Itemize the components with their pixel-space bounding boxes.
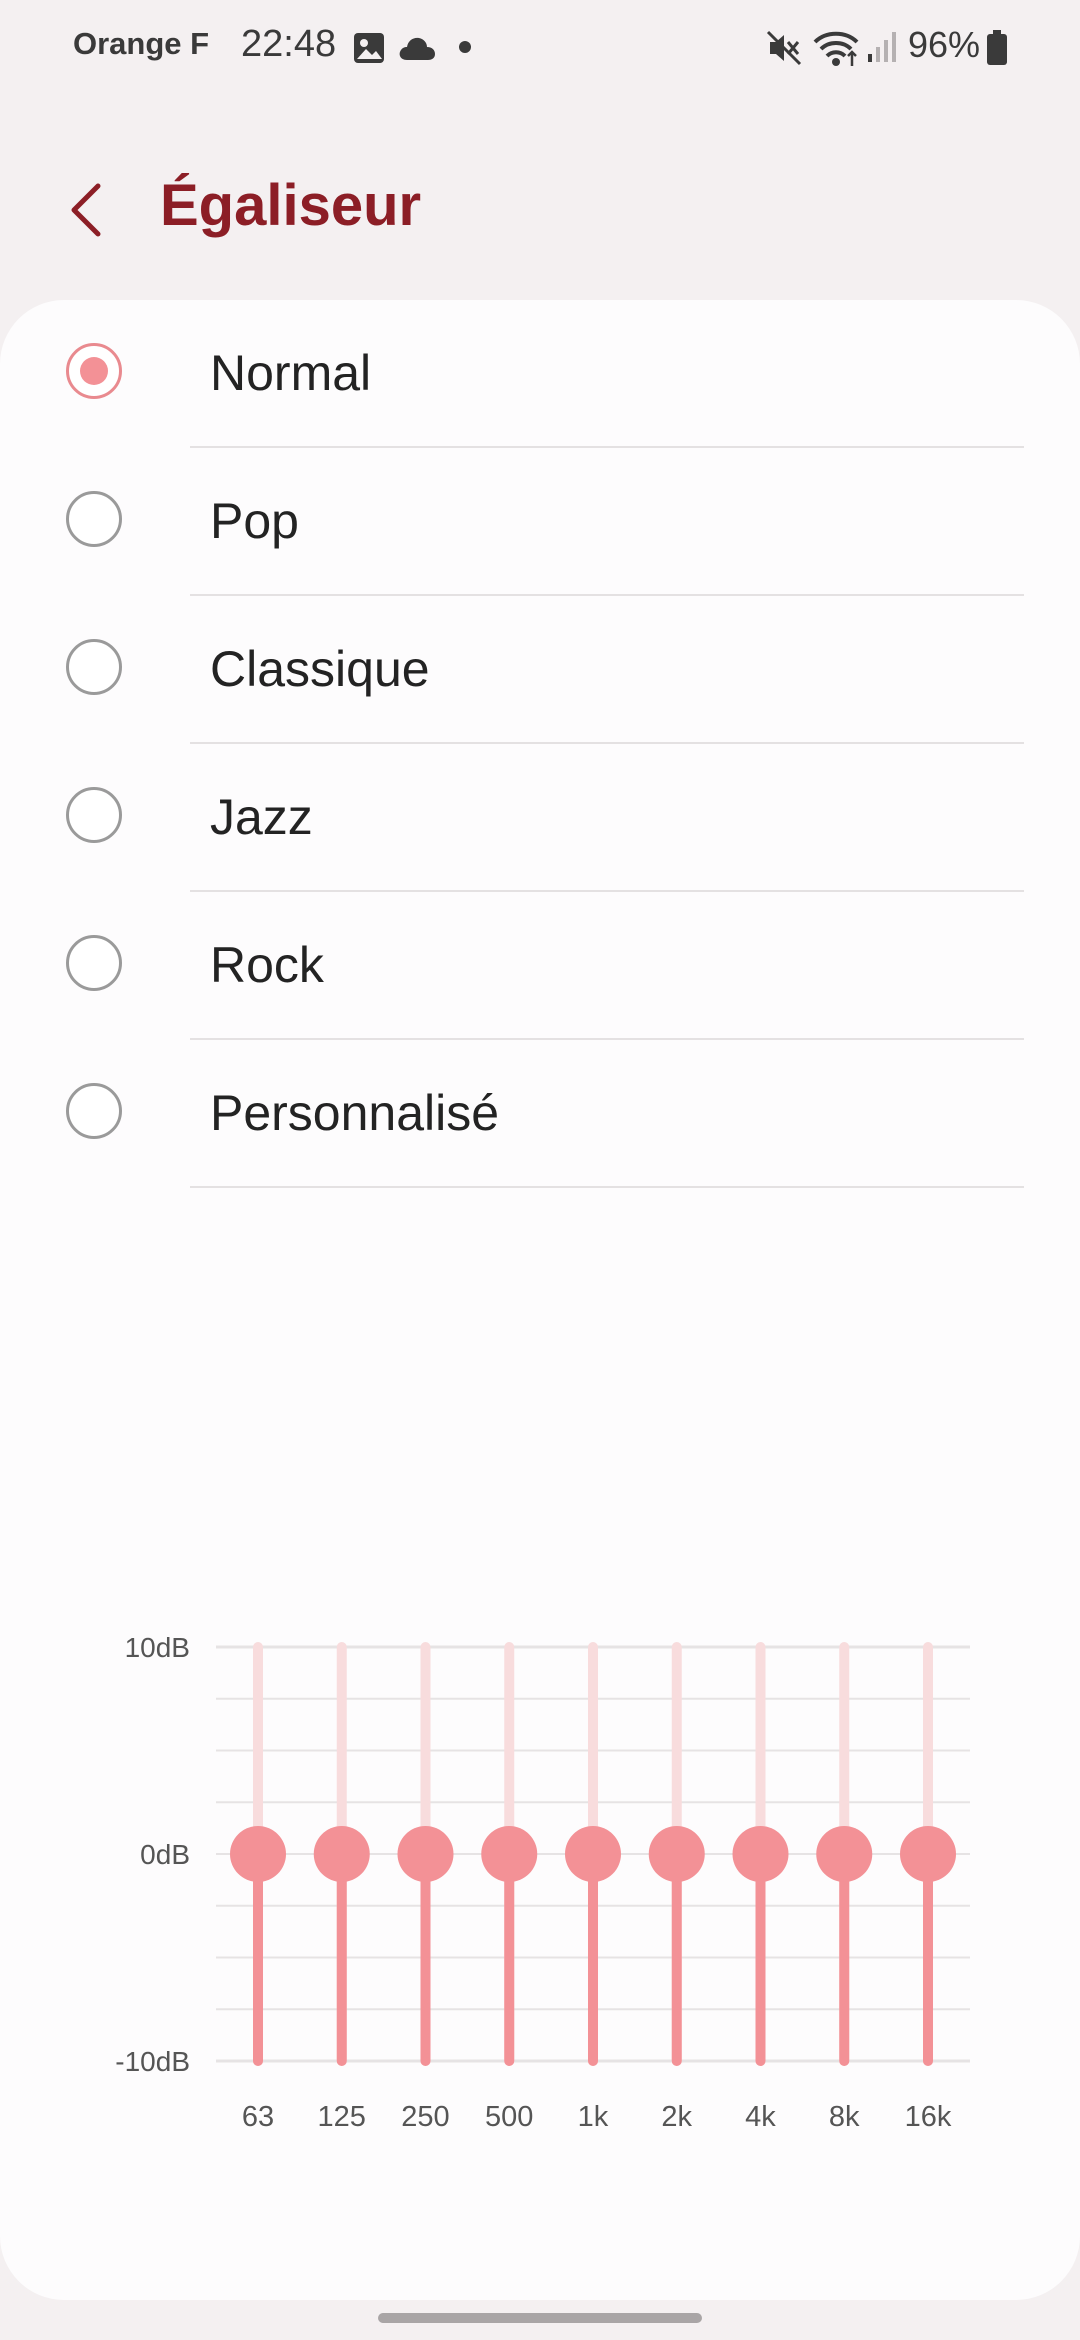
preset-label: Personnalisé (210, 1085, 500, 1141)
slider-thumb[interactable] (481, 1826, 538, 1882)
equalizer-card: Normal Pop Classique Jazz Rock Personnal… (0, 300, 1080, 2300)
radio-button[interactable] (66, 491, 122, 547)
radio-button[interactable] (66, 639, 122, 695)
slider-thumb[interactable] (397, 1826, 454, 1882)
radio-dot (80, 357, 108, 385)
x-tick-label: 1k (578, 2101, 609, 2133)
slider-thumb[interactable] (900, 1826, 956, 1882)
divider (190, 1186, 1024, 1188)
cloud-icon (399, 37, 435, 60)
preset-option-personnalise[interactable]: Personnalisé (0, 1040, 1080, 1188)
equalizer-chart: 10dB 0dB -10dB 63 125 250 500 1k 2k 4k 8k 16k (0, 1600, 1080, 2160)
radio-button[interactable] (66, 935, 122, 991)
signal-icon (868, 32, 896, 62)
x-tick-label: 125 (318, 2101, 366, 2133)
y-tick-label: -10dB (115, 2046, 190, 2077)
chevron-left-icon (71, 183, 101, 237)
page-title: Égaliseur (160, 173, 422, 238)
gallery-icon (354, 33, 384, 63)
carrier-label: Orange F (73, 26, 210, 61)
preset-label: Normal (210, 345, 372, 401)
battery-icon (987, 30, 1007, 65)
preset-option-normal[interactable]: Normal (0, 300, 1080, 448)
x-tick-label: 2k (661, 2101, 692, 2133)
x-tick-label: 63 (242, 2101, 274, 2133)
radio-button[interactable] (66, 1083, 122, 1139)
x-tick-label: 4k (745, 2101, 776, 2133)
app-bar: Égaliseur (0, 150, 1080, 270)
wifi-icon (813, 31, 859, 66)
preset-option-jazz[interactable]: Jazz (0, 744, 1080, 892)
preset-option-pop[interactable]: Pop (0, 448, 1080, 596)
mute-icon (766, 30, 802, 66)
back-button[interactable] (58, 178, 118, 242)
gesture-nav-handle[interactable] (378, 2313, 702, 2323)
x-tick-label: 500 (485, 2101, 533, 2133)
preset-option-rock[interactable]: Rock (0, 892, 1080, 1040)
preset-label: Classique (210, 641, 430, 697)
dot-icon (459, 41, 471, 53)
slider-thumb[interactable] (816, 1826, 873, 1882)
battery-percent: 96% (908, 24, 981, 65)
slider-thumb[interactable] (565, 1826, 621, 1882)
preset-label: Pop (210, 493, 299, 549)
x-tick-label: 16k (905, 2101, 952, 2133)
radio-button[interactable] (66, 787, 122, 843)
preset-label: Jazz (210, 789, 313, 845)
x-tick-label: 8k (829, 2101, 860, 2133)
slider-thumb[interactable] (313, 1826, 370, 1882)
slider-thumb[interactable] (230, 1826, 286, 1882)
equalizer-svg: 10dB 0dB -10dB 63 125 250 500 1k 2k 4k 8k 16k (115, 1632, 970, 2133)
preset-option-classique[interactable]: Classique (0, 596, 1080, 744)
x-tick-label: 250 (401, 2101, 449, 2133)
status-bar: Orange F 22:48 96% (0, 0, 1080, 96)
radio-button-checked[interactable] (66, 343, 122, 399)
slider-thumb[interactable] (648, 1826, 705, 1882)
y-tick-label: 10dB (125, 1632, 190, 1663)
preset-label: Rock (210, 937, 324, 993)
y-tick-label: 0dB (140, 1839, 190, 1870)
clock: 22:48 (241, 23, 337, 65)
slider-thumb[interactable] (732, 1826, 789, 1882)
